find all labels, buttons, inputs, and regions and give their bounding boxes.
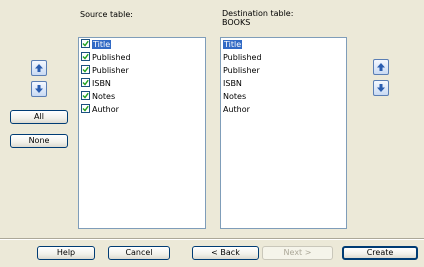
source-table-label: Source table: (80, 10, 133, 19)
source-item-label: ISBN (92, 79, 111, 88)
source-item-label: Publisher (92, 66, 129, 75)
checkbox-checked-icon[interactable] (81, 39, 90, 48)
checkbox-checked-icon[interactable] (81, 78, 90, 87)
destination-item-label: Title (223, 40, 243, 49)
source-item-isbn[interactable]: ISBN (81, 78, 111, 90)
arrow-down-icon (35, 85, 43, 93)
destination-table-name: BOOKS (222, 18, 251, 27)
destination-move-down-button[interactable] (373, 80, 389, 96)
source-item-label: Title (92, 40, 112, 49)
help-button[interactable]: Help (37, 246, 95, 260)
destination-field-list[interactable]: Title Published Publisher ISBN Notes Aut… (220, 37, 347, 229)
footer-separator-highlight (0, 239, 424, 240)
destination-item-published[interactable]: Published (223, 52, 262, 64)
select-none-button[interactable]: None (10, 134, 68, 148)
destination-item-notes[interactable]: Notes (223, 91, 246, 103)
select-all-button[interactable]: All (10, 110, 68, 124)
source-item-author[interactable]: Author (81, 104, 119, 116)
back-button[interactable]: < Back (192, 246, 259, 260)
source-item-label: Published (92, 53, 131, 62)
source-move-up-button[interactable] (31, 60, 47, 76)
source-item-label: Author (92, 105, 119, 114)
source-move-down-button[interactable] (31, 81, 47, 97)
destination-move-up-button[interactable] (373, 59, 389, 75)
destination-item-label: ISBN (223, 79, 242, 88)
destination-item-title[interactable]: Title (223, 39, 243, 51)
next-button[interactable]: Next > (262, 246, 333, 260)
source-item-published[interactable]: Published (81, 52, 131, 64)
checkbox-checked-icon[interactable] (81, 104, 90, 113)
arrow-up-icon (377, 63, 385, 71)
checkbox-checked-icon[interactable] (81, 91, 90, 100)
destination-item-label: Publisher (223, 66, 260, 75)
checkbox-checked-icon[interactable] (81, 65, 90, 74)
source-item-notes[interactable]: Notes (81, 91, 115, 103)
create-button[interactable]: Create (342, 246, 418, 260)
source-item-label: Notes (92, 92, 116, 101)
destination-item-label: Author (223, 105, 250, 114)
cancel-button[interactable]: Cancel (108, 246, 170, 260)
destination-item-isbn[interactable]: ISBN (223, 78, 242, 90)
arrow-up-icon (35, 64, 43, 72)
source-item-title[interactable]: Title (81, 39, 112, 51)
destination-item-author[interactable]: Author (223, 104, 250, 116)
checkbox-checked-icon[interactable] (81, 52, 90, 61)
destination-item-label: Notes (223, 92, 247, 101)
destination-item-label: Published (223, 53, 262, 62)
source-field-list[interactable]: Title Published Publisher ISBN Notes Aut… (78, 37, 206, 229)
arrow-down-icon (377, 84, 385, 92)
source-item-publisher[interactable]: Publisher (81, 65, 129, 77)
destination-item-publisher[interactable]: Publisher (223, 65, 260, 77)
